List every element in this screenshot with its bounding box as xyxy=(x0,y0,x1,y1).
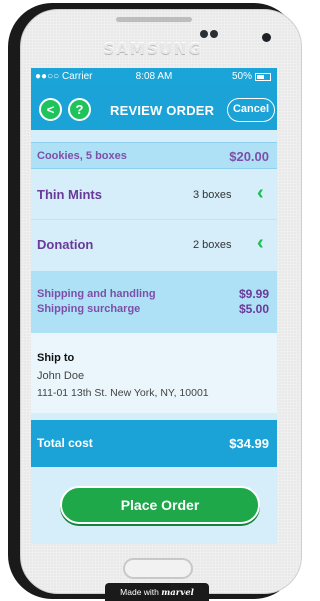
shipping-costs: Shipping and handling $9.99 Shipping sur… xyxy=(31,271,277,333)
order-summary-row: Cookies, 5 boxes $20.00 xyxy=(31,142,277,169)
marvel-logo: marvel xyxy=(161,588,194,598)
earpiece-speaker xyxy=(116,17,192,22)
back-button[interactable]: < xyxy=(39,98,62,121)
shipping-surcharge-amount: $5.00 xyxy=(238,302,269,316)
shipping-handling-amount: $9.99 xyxy=(238,287,269,301)
battery-indicator: 50% xyxy=(232,71,271,82)
list-item[interactable]: Thin Mints 3 boxes ‹ xyxy=(31,170,277,220)
device-brand-logo: SAMSUNG xyxy=(103,40,203,58)
place-order-button[interactable]: Place Order xyxy=(60,486,260,524)
shipping-handling-label: Shipping and handling xyxy=(37,288,156,300)
summary-label: Cookies, 5 boxes xyxy=(37,150,127,162)
shipping-address: 111-01 13th St. New York, NY, 10001 xyxy=(37,387,209,399)
status-bar: ●●○○ Carrier 8:08 AM 50% xyxy=(31,68,277,86)
navigation-bar: < ? REVIEW ORDER Cancel xyxy=(31,86,277,130)
home-button[interactable] xyxy=(123,558,193,579)
ship-to-section: Ship to John Doe 111-01 13th St. New Yor… xyxy=(31,333,277,413)
total-label: Total cost xyxy=(37,436,93,450)
app-screen: ●●○○ Carrier 8:08 AM 50% < ? REVIEW ORDE… xyxy=(31,68,277,544)
cancel-button[interactable]: Cancel xyxy=(227,98,275,122)
total-row: Total cost $34.99 xyxy=(31,420,277,467)
total-amount: $34.99 xyxy=(229,436,269,451)
chevron-left-icon[interactable]: ‹ xyxy=(257,182,264,205)
action-area: Place Order xyxy=(31,467,277,544)
chevron-left-icon[interactable]: ‹ xyxy=(257,232,264,255)
item-quantity: 2 boxes xyxy=(193,239,232,251)
badge-prefix: Made with xyxy=(120,587,159,597)
item-name: Donation xyxy=(37,237,94,252)
item-name: Thin Mints xyxy=(37,187,102,202)
recipient-name: John Doe xyxy=(37,370,85,382)
summary-amount: $20.00 xyxy=(229,149,269,164)
battery-percent: 50% xyxy=(231,71,252,82)
ship-to-heading: Ship to xyxy=(37,352,75,364)
item-quantity: 3 boxes xyxy=(193,189,232,201)
page-title: REVIEW ORDER xyxy=(110,103,215,118)
proximity-sensor xyxy=(200,30,208,38)
help-button[interactable]: ? xyxy=(68,98,91,121)
light-sensor xyxy=(210,30,218,38)
shipping-surcharge-label: Shipping surcharge xyxy=(37,303,141,315)
list-item[interactable]: Donation 2 boxes ‹ xyxy=(31,220,277,270)
battery-icon xyxy=(255,72,271,81)
made-with-marvel-badge: Made with marvel xyxy=(105,583,209,601)
